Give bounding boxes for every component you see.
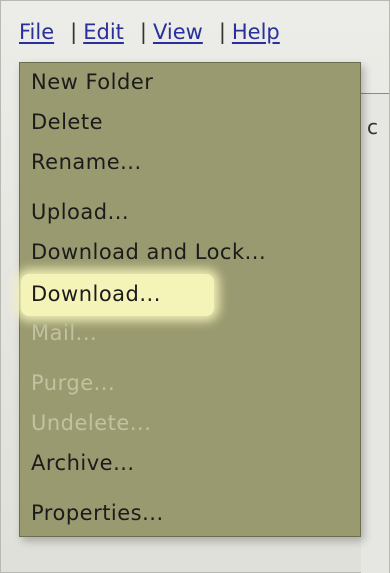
background-panel (361, 93, 389, 573)
app-window: File | Edit | View | Help c New Folder D… (0, 0, 390, 573)
menu-item-upload[interactable]: Upload... (31, 199, 129, 225)
menu-edit[interactable]: Edit (83, 20, 124, 44)
menu-item-download-and-lock[interactable]: Download and Lock... (31, 239, 266, 265)
menu-item-archive[interactable]: Archive... (31, 450, 135, 476)
menu-item-undelete: Undelete... (31, 411, 152, 435)
menu-separator: | (218, 20, 226, 44)
menu-bar: File | Edit | View | Help (19, 17, 280, 47)
menu-item-properties[interactable]: Properties... (31, 500, 164, 526)
menu-separator: | (139, 20, 147, 44)
menu-item-rename[interactable]: Rename... (31, 149, 142, 175)
menu-help[interactable]: Help (232, 20, 280, 44)
menu-file[interactable]: File (19, 20, 54, 44)
menu-item-mail: Mail... (31, 321, 98, 345)
menu-item-new-folder[interactable]: New Folder (31, 69, 153, 95)
menu-item-download[interactable]: Download... (31, 281, 161, 307)
menu-item-purge: Purge... (31, 371, 116, 395)
menu-separator: | (70, 20, 78, 44)
file-menu-dropdown: New Folder Delete Rename... Upload... Do… (19, 62, 361, 537)
background-partial-text: c (367, 115, 378, 139)
menu-view[interactable]: View (153, 20, 203, 44)
menu-item-delete[interactable]: Delete (31, 109, 103, 135)
